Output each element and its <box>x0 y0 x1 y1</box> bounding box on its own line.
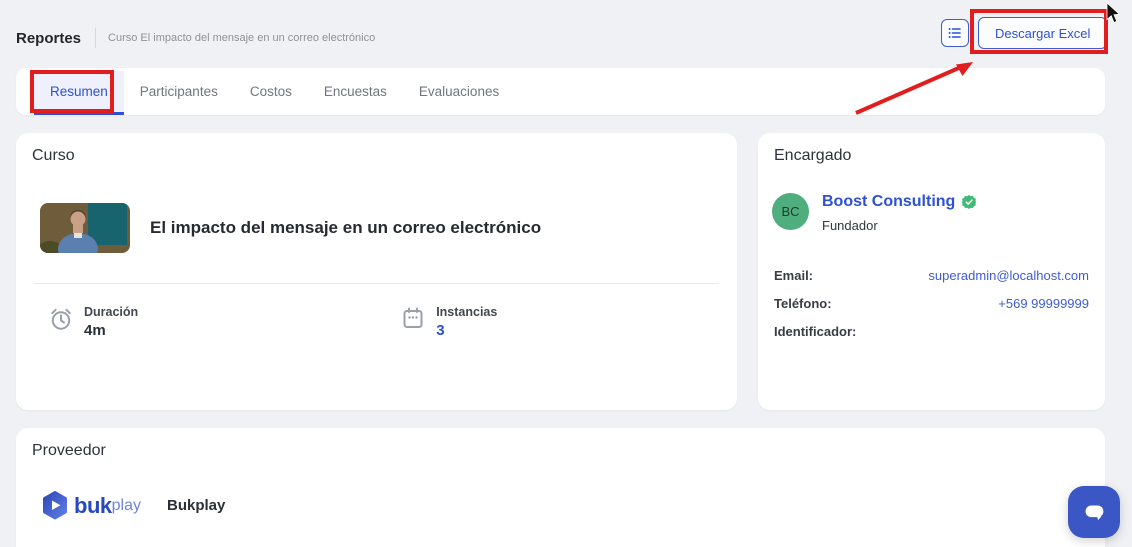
profile-name-row[interactable]: Boost Consulting <box>822 193 976 211</box>
breadcrumb: Curso El impacto del mensaje en un corre… <box>108 32 375 44</box>
avatar: BC <box>772 193 809 230</box>
profile-name[interactable]: Boost Consulting <box>822 193 955 211</box>
descargar-excel-button[interactable]: Descargar Excel <box>978 17 1107 49</box>
encargado-card-title: Encargado <box>774 147 851 165</box>
verified-badge-icon <box>962 195 976 209</box>
profile-role: Fundador <box>822 218 976 233</box>
calendar-icon <box>400 305 426 333</box>
field-telefono-label: Teléfono: <box>774 294 832 313</box>
contact-fields: Email: superadmin@localhost.com Teléfono… <box>774 266 1089 341</box>
profile: BC Boost Consulting Fundador <box>772 193 976 233</box>
tab-resumen[interactable]: Resumen <box>34 71 124 115</box>
encargado-card: Encargado BC Boost Consulting Fundador E… <box>758 133 1105 410</box>
tab-evaluaciones[interactable]: Evaluaciones <box>403 71 515 115</box>
field-email: Email: superadmin@localhost.com <box>774 266 1089 285</box>
bukplay-logo-buk: buk <box>74 493 112 519</box>
field-identificador-label: Identificador: <box>774 322 856 341</box>
curso-card-title: Curso <box>32 147 75 165</box>
course-thumbnail-image <box>40 203 130 253</box>
field-telefono-value[interactable]: +569 99999999 <box>998 294 1089 313</box>
stat-duracion: Duración 4m <box>48 305 138 339</box>
field-identificador: Identificador: <box>774 322 1089 341</box>
stat-duracion-value: 4m <box>84 322 138 339</box>
field-email-label: Email: <box>774 266 813 285</box>
stat-instancias: Instancias 3 <box>400 305 497 339</box>
course-thumbnail <box>40 203 130 253</box>
course-stats: Duración 4m Instancias 3 <box>48 305 708 339</box>
bukplay-play-icon <box>40 490 70 521</box>
list-view-button[interactable] <box>941 19 969 47</box>
provider-name: Bukplay <box>167 497 225 514</box>
list-icon <box>946 24 964 42</box>
tab-bar: Resumen Participantes Costos Encuestas E… <box>16 68 1105 115</box>
tab-participantes[interactable]: Participantes <box>124 71 234 115</box>
tab-costos[interactable]: Costos <box>234 71 308 115</box>
chat-launcher-button[interactable] <box>1068 486 1120 538</box>
header-divider <box>95 28 96 48</box>
mouse-cursor <box>1106 3 1121 24</box>
chat-bubble-icon <box>1079 497 1109 527</box>
page-title: Reportes <box>16 30 81 47</box>
stat-instancias-label: Instancias <box>436 305 497 319</box>
bukplay-logo: bukplay <box>40 490 141 521</box>
tab-encuestas[interactable]: Encuestas <box>308 71 403 115</box>
course-title: El impacto del mensaje en un correo elec… <box>150 203 541 253</box>
bukplay-logo-play: play <box>112 497 141 515</box>
stat-instancias-value[interactable]: 3 <box>436 322 497 339</box>
reports-page: Reportes Curso El impacto del mensaje en… <box>0 0 1132 547</box>
field-email-value[interactable]: superadmin@localhost.com <box>928 266 1089 285</box>
provider-row: bukplay Bukplay <box>40 490 225 521</box>
curso-divider <box>34 283 719 284</box>
proveedor-card: Proveedor bukplay Bukplay <box>16 428 1105 547</box>
curso-card: Curso El impacto del mensaje en un corre… <box>16 133 737 410</box>
proveedor-card-title: Proveedor <box>32 442 106 460</box>
alarm-clock-icon <box>48 305 74 333</box>
stat-duracion-label: Duración <box>84 305 138 319</box>
field-telefono: Teléfono: +569 99999999 <box>774 294 1089 313</box>
